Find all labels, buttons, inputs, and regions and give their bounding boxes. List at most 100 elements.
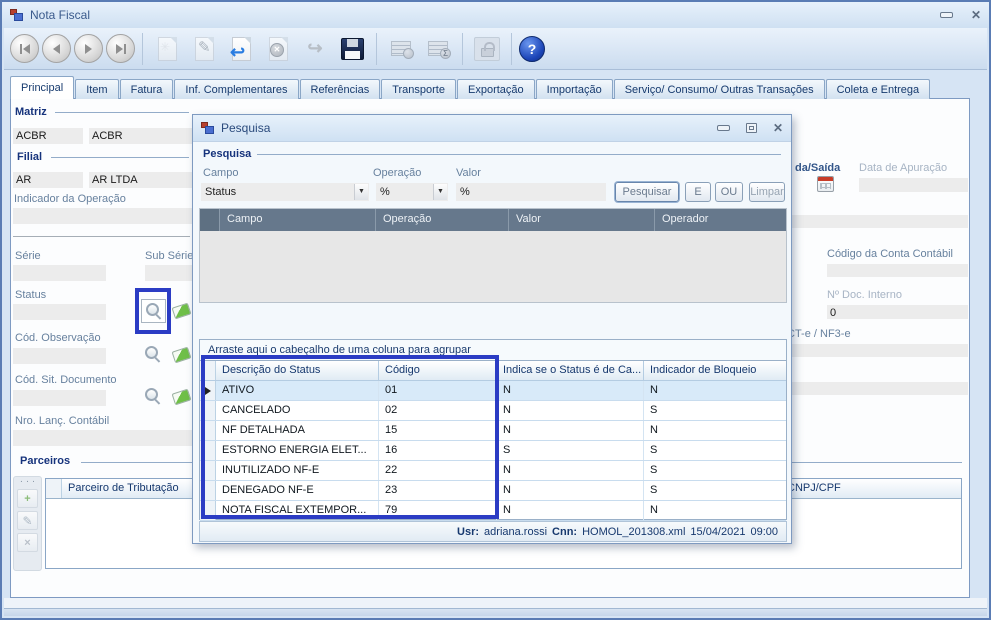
filial-name-field[interactable]: AR LTDA xyxy=(89,172,192,188)
cell-codigo[interactable]: 15 xyxy=(379,421,497,440)
col-valor[interactable]: Valor xyxy=(509,209,655,231)
pesquisar-button[interactable]: Pesquisar xyxy=(615,182,679,202)
minimize-icon[interactable] xyxy=(940,12,953,18)
data-apuracao-field[interactable] xyxy=(859,178,968,192)
cell-cadastro[interactable]: N xyxy=(497,401,644,420)
tab-item[interactable]: Item xyxy=(75,79,118,99)
status-clear-icon[interactable] xyxy=(172,303,192,320)
cell-cadastro[interactable]: S xyxy=(497,441,644,460)
cell-bloqueio[interactable]: S xyxy=(644,481,786,500)
status-field[interactable] xyxy=(13,304,106,320)
result-row[interactable]: NF DETALHADA 15 N N xyxy=(200,421,786,441)
tab-fatura[interactable]: Fatura xyxy=(120,79,174,99)
col-operador[interactable]: Operador xyxy=(655,209,786,231)
cod-observacao-field[interactable] xyxy=(13,348,106,364)
ou-button[interactable]: OU xyxy=(715,182,743,202)
cell-codigo[interactable]: 02 xyxy=(379,401,497,420)
cell-codigo[interactable]: 23 xyxy=(379,481,497,500)
cell-bloqueio[interactable]: N xyxy=(644,381,786,400)
matriz-code-field[interactable]: ACBR xyxy=(13,128,83,144)
nro-lanc-contabil-field[interactable] xyxy=(13,430,192,446)
next-record-button[interactable] xyxy=(74,34,103,63)
cod-observacao-lookup-icon[interactable] xyxy=(144,345,162,363)
cell-bloqueio[interactable]: N xyxy=(644,501,786,520)
matriz-name-field[interactable]: ACBR xyxy=(89,128,192,144)
col-indicador-bloqueio[interactable]: Indicador de Bloqueio xyxy=(644,361,786,380)
operacao-combobox[interactable]: %▼ xyxy=(376,183,448,201)
calendar-icon[interactable] xyxy=(817,176,834,192)
serie-field[interactable] xyxy=(13,265,106,281)
save-button[interactable] xyxy=(335,32,369,66)
col-indica-cadastro[interactable]: Indica se o Status é de Ca... xyxy=(497,361,644,380)
cell-cadastro[interactable]: N xyxy=(497,421,644,440)
status-lookup-button[interactable] xyxy=(141,299,166,323)
tab-importacao[interactable]: Importação xyxy=(536,79,613,99)
valor-input[interactable]: % xyxy=(456,183,606,201)
last-record-button[interactable] xyxy=(106,34,135,63)
limpar-button[interactable]: Limpar xyxy=(749,182,785,202)
cod-observacao-clear-icon[interactable] xyxy=(172,347,192,364)
tab-servico-consumo[interactable]: Serviço/ Consumo/ Outras Transações xyxy=(614,79,825,99)
undo-button[interactable]: ↩ xyxy=(224,32,258,66)
result-row[interactable]: ESTORNO ENERGIA ELET... 16 S S xyxy=(200,441,786,461)
cell-desc[interactable]: NF DETALHADA xyxy=(216,421,379,440)
result-row[interactable]: INUTILIZADO NF-E 22 N S xyxy=(200,461,786,481)
chevron-down-icon[interactable]: ▼ xyxy=(433,184,447,200)
parceiro-add-button[interactable]: + xyxy=(17,489,38,508)
cell-bloqueio[interactable]: N xyxy=(644,421,786,440)
tab-inf-complementares[interactable]: Inf. Complementares xyxy=(174,79,298,99)
col-operacao[interactable]: Operação xyxy=(376,209,509,231)
result-row[interactable]: ATIVO 01 N N xyxy=(200,381,786,401)
filial-code-field[interactable]: AR xyxy=(13,172,83,188)
dialog-minimize-icon[interactable] xyxy=(717,125,730,131)
result-row[interactable]: NOTA FISCAL EXTEMPOR... 79 N N xyxy=(200,501,786,521)
post-table-button[interactable] xyxy=(384,32,418,66)
campo-combobox[interactable]: Status▼ xyxy=(201,183,369,201)
col-codigo[interactable]: Código xyxy=(379,361,497,380)
cell-desc[interactable]: ATIVO xyxy=(216,381,379,400)
groupby-band[interactable]: Arraste aqui o cabeçalho de uma coluna p… xyxy=(199,339,787,361)
cell-cadastro[interactable]: N xyxy=(497,501,644,520)
cell-cadastro[interactable]: N xyxy=(497,481,644,500)
help-button[interactable]: ? xyxy=(519,36,545,62)
cancel-button[interactable]: ✕ xyxy=(261,32,295,66)
codigo-conta-field[interactable] xyxy=(827,264,968,277)
result-row[interactable]: DENEGADO NF-E 23 N S xyxy=(200,481,786,501)
cell-desc[interactable]: NOTA FISCAL EXTEMPOR... xyxy=(216,501,379,520)
summary-table-button[interactable]: Σ xyxy=(421,32,455,66)
tab-coleta-entrega[interactable]: Coleta e Entrega xyxy=(826,79,931,99)
result-row[interactable]: CANCELADO 02 N S xyxy=(200,401,786,421)
e-button[interactable]: E xyxy=(685,182,711,202)
sub-serie-field[interactable] xyxy=(145,265,193,281)
doc-interno-field[interactable]: 0 xyxy=(827,305,968,319)
first-record-button[interactable] xyxy=(10,34,39,63)
tab-referencias[interactable]: Referências xyxy=(300,79,381,99)
cell-codigo[interactable]: 79 xyxy=(379,501,497,520)
parceiro-edit-button[interactable]: ✎ xyxy=(17,511,38,530)
indicador-operacao-field[interactable] xyxy=(13,208,192,224)
lock-button[interactable] xyxy=(470,32,504,66)
cell-bloqueio[interactable]: S xyxy=(644,461,786,480)
cod-sit-documento-field[interactable] xyxy=(13,390,106,406)
redo-button[interactable]: ↪ xyxy=(298,32,332,66)
dialog-close-icon[interactable]: ✕ xyxy=(773,122,783,134)
cell-cadastro[interactable]: N xyxy=(497,381,644,400)
cell-desc[interactable]: CANCELADO xyxy=(216,401,379,420)
cell-bloqueio[interactable]: S xyxy=(644,401,786,420)
cell-desc[interactable]: DENEGADO NF-E xyxy=(216,481,379,500)
cell-desc[interactable]: INUTILIZADO NF-E xyxy=(216,461,379,480)
tab-exportacao[interactable]: Exportação xyxy=(457,79,535,99)
parceiro-delete-button[interactable]: × xyxy=(17,533,38,552)
cod-sit-documento-lookup-icon[interactable] xyxy=(144,387,162,405)
col-descricao-status[interactable]: Descrição do Status xyxy=(216,361,379,380)
edit-document-button[interactable]: ✎ xyxy=(187,32,221,66)
cell-codigo[interactable]: 01 xyxy=(379,381,497,400)
previous-record-button[interactable] xyxy=(42,34,71,63)
tab-principal[interactable]: Principal xyxy=(10,76,74,99)
cod-sit-documento-clear-icon[interactable] xyxy=(172,389,192,406)
tab-transporte[interactable]: Transporte xyxy=(381,79,456,99)
grip-icon[interactable]: · · · xyxy=(20,478,36,486)
col-cnpj-cpf[interactable]: CNPJ/CPF xyxy=(781,479,961,498)
cell-cadastro[interactable]: N xyxy=(497,461,644,480)
chevron-down-icon[interactable]: ▼ xyxy=(354,184,368,200)
